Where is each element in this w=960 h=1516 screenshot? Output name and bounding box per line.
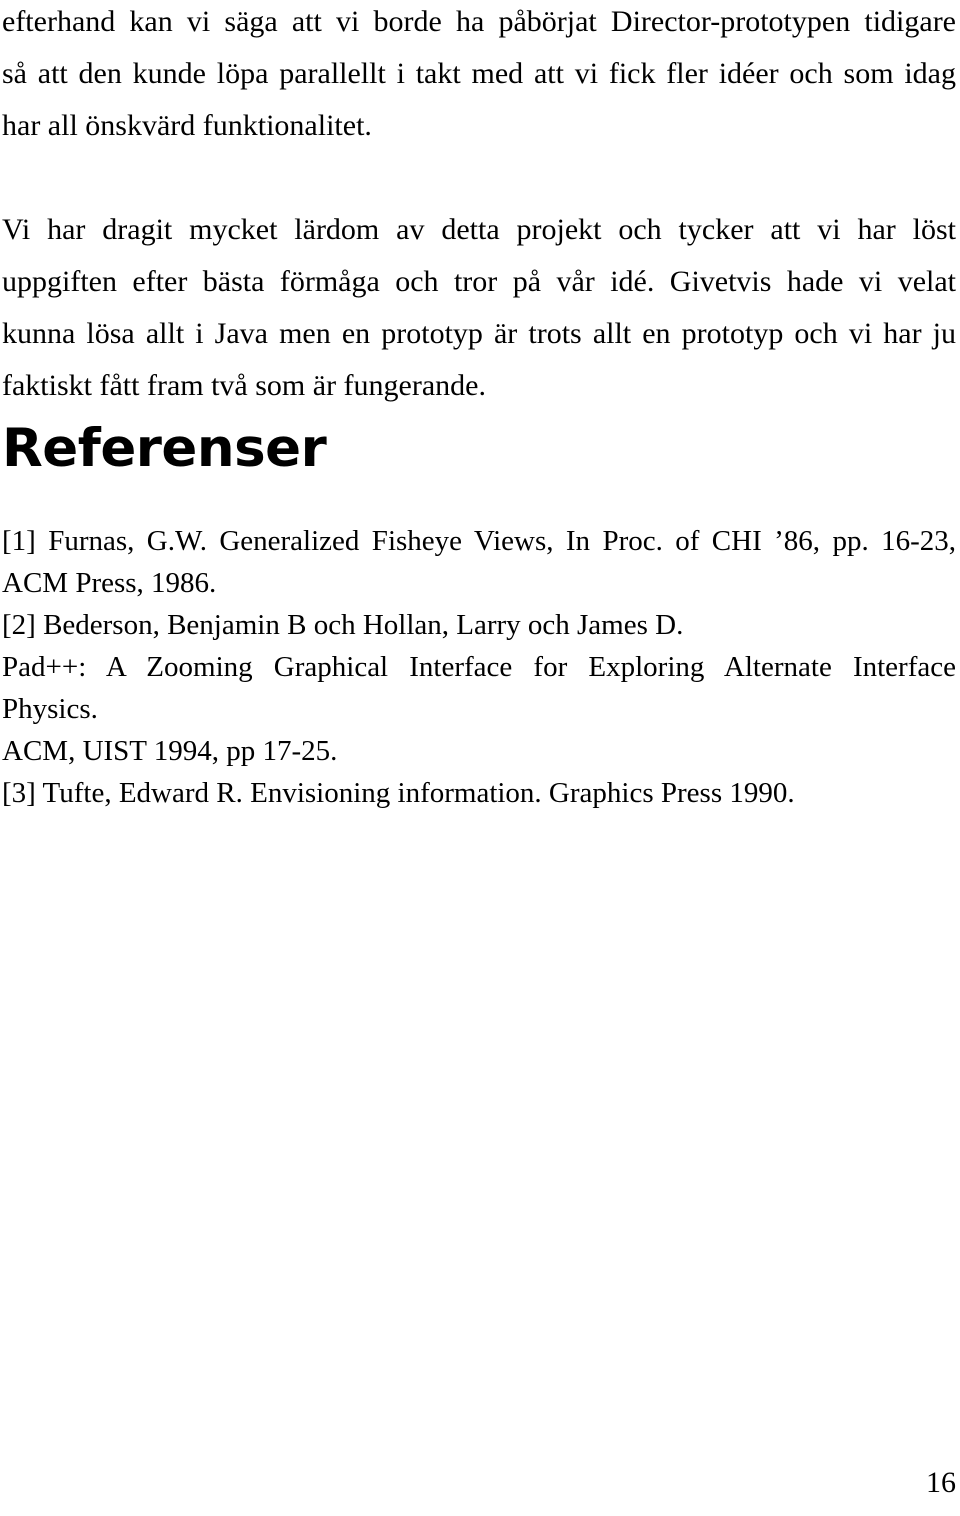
reference-line: ACM, UIST 1994, pp 17-25. (2, 735, 338, 767)
section-heading-referenser: Referenser (2, 418, 327, 479)
page-content: efterhand kan vi säga att vi borde ha på… (2, 0, 956, 412)
reference-line: [2] Bederson, Benjamin B och Hollan, Lar… (2, 609, 684, 641)
reference-line: Pad++: A Zooming Graphical Interface for… (2, 651, 956, 683)
reference-line: [1] Furnas, G.W. Generalized Fisheye Vie… (2, 525, 956, 557)
paragraph-line: faktiskt fått fram två som är fungerande… (2, 369, 486, 402)
paragraph-line: uppgiften efter bästa förmåga och tror p… (2, 265, 956, 298)
body-paragraph-2: Vi har dragit mycket lärdom av detta pro… (2, 204, 956, 412)
reference-entry-3: [3] Tufte, Edward R. Envisioning informa… (2, 772, 956, 814)
paragraph-line: kunna lösa allt i Java men en prototyp ä… (2, 317, 956, 350)
reference-entry-1: [1] Furnas, G.W. Generalized Fisheye Vie… (2, 520, 956, 604)
reference-line: [3] Tufte, Edward R. Envisioning informa… (2, 777, 795, 809)
document-page: efterhand kan vi säga att vi borde ha på… (0, 0, 960, 1516)
reference-entry-2: [2] Bederson, Benjamin B och Hollan, Lar… (2, 604, 956, 772)
reference-line: Physics. (2, 693, 98, 725)
paragraph-line: så att den kunde löpa parallellt i takt … (2, 57, 956, 90)
reference-line: ACM Press, 1986. (2, 567, 217, 599)
paragraph-line: Vi har dragit mycket lärdom av detta pro… (2, 213, 956, 246)
reference-list: [1] Furnas, G.W. Generalized Fisheye Vie… (2, 520, 956, 814)
body-paragraph-1: efterhand kan vi säga att vi borde ha på… (2, 0, 956, 152)
page-number: 16 (926, 1466, 956, 1499)
paragraph-line: har all önskvärd funktionalitet. (2, 109, 372, 142)
paragraph-line: efterhand kan vi säga att vi borde ha på… (2, 5, 956, 38)
